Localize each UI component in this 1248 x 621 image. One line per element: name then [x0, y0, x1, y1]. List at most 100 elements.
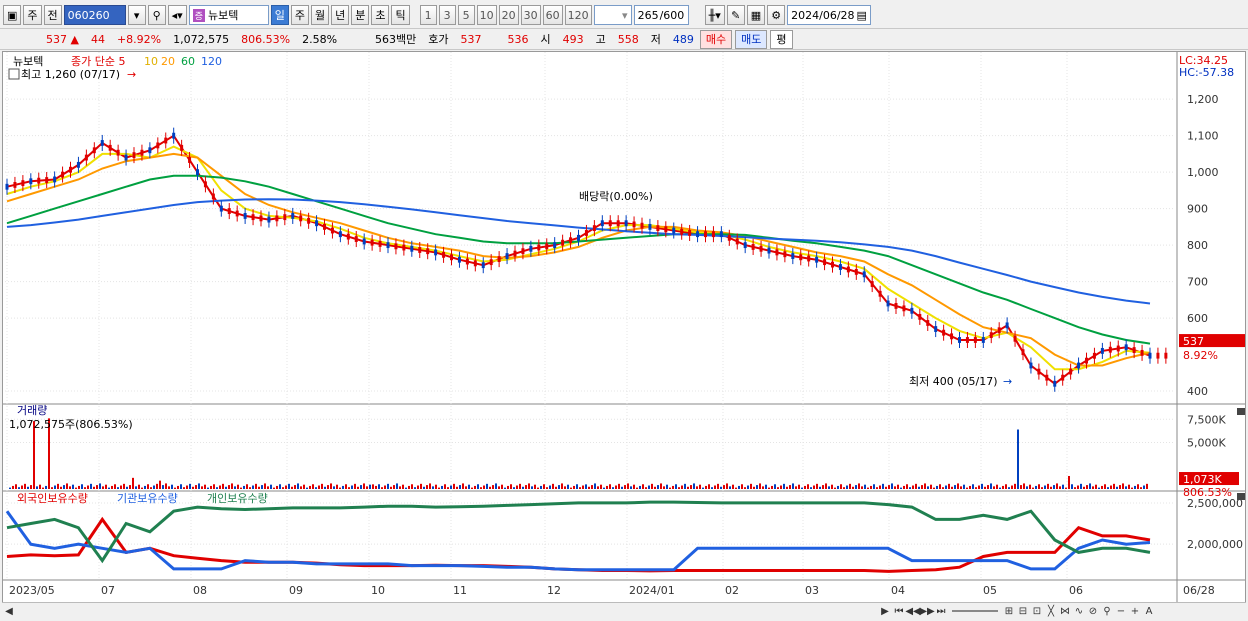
- tool-icon-6[interactable]: ∿: [1072, 604, 1086, 618]
- high-price: 558: [617, 32, 639, 46]
- date-field[interactable]: 2024/06/28 ▤: [787, 5, 872, 25]
- volume-bar: [627, 483, 629, 489]
- candle-body: [338, 231, 342, 238]
- volume-bar: [801, 487, 803, 489]
- scroll-left-icon[interactable]: ◀: [2, 604, 16, 618]
- candle-body: [950, 333, 954, 340]
- scroll-right-icon[interactable]: ▶: [878, 604, 892, 618]
- candle-body: [1124, 344, 1128, 351]
- calendar-icon[interactable]: ▤: [857, 9, 867, 22]
- indicator-icon[interactable]: ▦: [746, 5, 766, 25]
- pane-close-icon[interactable]: [1237, 408, 1245, 415]
- period-tick-tab[interactable]: 틱: [391, 5, 410, 25]
- minute-5-button[interactable]: 5: [457, 5, 475, 25]
- volume-bar: [807, 484, 809, 489]
- volume-bar: [831, 484, 833, 489]
- tool-icon-7[interactable]: ⊘: [1086, 604, 1100, 618]
- volume-bar: [120, 485, 122, 489]
- minute-3-button[interactable]: 3: [438, 5, 456, 25]
- candle-body: [100, 140, 104, 146]
- minute-60-button[interactable]: 60: [542, 5, 563, 25]
- candle-body: [600, 220, 604, 227]
- period-minute-tab[interactable]: 분: [351, 5, 370, 25]
- draw-tool-icon[interactable]: ✎: [726, 5, 745, 25]
- tool-icon-5[interactable]: ⋈: [1058, 604, 1072, 618]
- volume-bar: [399, 486, 401, 489]
- chart-area[interactable]: 1,200 1,100 1,000 900 800 700 600 400 537 8.92% 20…: [2, 51, 1246, 604]
- zoom-out-icon[interactable]: −: [1114, 604, 1128, 618]
- volume-bar: [867, 487, 869, 489]
- volume-bar: [1002, 485, 1004, 489]
- speaker-icon[interactable]: ◂▾: [167, 5, 187, 25]
- settings-gear-icon[interactable]: ⚙: [767, 5, 786, 25]
- candle-body: [1013, 335, 1017, 342]
- volume-title[interactable]: 거래량: [17, 404, 47, 417]
- minute-30-button[interactable]: 30: [520, 5, 541, 25]
- tool-icon-4[interactable]: ╳: [1044, 604, 1058, 618]
- tool-icon-3[interactable]: ⊡: [1030, 604, 1044, 618]
- candle-type-icon[interactable]: ╫▾: [704, 5, 725, 25]
- bid-price: 536: [507, 32, 529, 46]
- candle-body: [235, 210, 239, 217]
- search-icon[interactable]: ⚲: [147, 5, 166, 25]
- minute-20-button[interactable]: 20: [498, 5, 519, 25]
- tool-icon-2[interactable]: ⊟: [1016, 604, 1030, 618]
- count-field[interactable]: 265 /600: [633, 5, 689, 25]
- volume-bar: [150, 487, 152, 489]
- candle-body: [442, 251, 446, 258]
- price-tick-label: 700: [1187, 276, 1208, 289]
- text-tool-icon[interactable]: A: [1142, 604, 1156, 618]
- candle-body: [981, 337, 985, 343]
- period-year-tab[interactable]: 년: [331, 5, 350, 25]
- candle-body: [1108, 346, 1112, 353]
- sell-button[interactable]: 매도: [735, 29, 768, 49]
- volume-bar: [621, 486, 623, 489]
- candle-body: [902, 305, 906, 312]
- volume-bar: [441, 485, 443, 489]
- candle-body: [592, 225, 596, 232]
- volume-bar: [225, 486, 227, 489]
- zoom-icon[interactable]: ⚲: [1100, 604, 1114, 618]
- prev-button[interactable]: 전: [43, 5, 62, 25]
- chart-scrollbar[interactable]: ◀ ▶ ⏮ ◀◀ ▶▶ ⏭ ⊞ ⊟ ⊡ ╳ ⋈ ∿ ⊘ ⚲ − + A: [2, 602, 1246, 619]
- last-page-icon[interactable]: ⏭: [934, 604, 948, 618]
- pane-close-icon[interactable]: [1237, 493, 1245, 500]
- volume-bar: [711, 487, 713, 489]
- volume-bar: [600, 484, 602, 489]
- volume-bar: [789, 485, 791, 489]
- candle-body: [767, 247, 771, 254]
- first-page-icon[interactable]: ⏮: [892, 604, 906, 618]
- price-legend-title[interactable]: 뉴보텍: [13, 55, 43, 68]
- next-page-icon[interactable]: ▶▶: [919, 604, 934, 618]
- volume-bar: [651, 483, 653, 489]
- interval-dropdown[interactable]: ▾: [593, 5, 632, 25]
- zoom-slider[interactable]: [952, 610, 998, 612]
- period-second-tab[interactable]: 초: [371, 5, 390, 25]
- volume-bar: [390, 486, 392, 489]
- legend-institution: 기관보유수량: [117, 492, 178, 505]
- stock-code-input[interactable]: 060260: [63, 5, 126, 25]
- volume-bar: [1053, 485, 1055, 489]
- volume-bar: [153, 485, 155, 489]
- eval-button[interactable]: 평: [770, 29, 793, 49]
- zoom-in-icon[interactable]: +: [1128, 604, 1142, 618]
- stock-chart-svg[interactable]: 1,200 1,100 1,000 900 800 700 600 400 5378.92% 20…: [3, 52, 1245, 603]
- volume-bar: [921, 485, 923, 489]
- tool-icon-1[interactable]: ⊞: [1002, 604, 1016, 618]
- chart-menu-icon[interactable]: [8, 68, 20, 80]
- scroll-track[interactable]: [16, 606, 878, 616]
- buy-button[interactable]: 매수: [699, 29, 733, 49]
- minute-1-button[interactable]: 1: [419, 5, 437, 25]
- period-day-tab[interactable]: 일: [270, 5, 289, 25]
- period-week-tab[interactable]: 주: [290, 5, 309, 25]
- prev-page-icon[interactable]: ◀◀: [905, 604, 920, 618]
- minute-10-button[interactable]: 10: [476, 5, 497, 25]
- code-dropdown-icon[interactable]: ▾: [127, 5, 146, 25]
- period-month-tab[interactable]: 월: [310, 5, 330, 25]
- volume-bar: [960, 486, 962, 489]
- layout-icon[interactable]: ▣: [3, 5, 22, 25]
- mode-button[interactable]: 주: [23, 5, 42, 25]
- minute-120-button[interactable]: 120: [564, 5, 592, 25]
- stock-name-field[interactable]: 증 뉴보텍: [188, 5, 269, 25]
- candle-body: [45, 177, 49, 183]
